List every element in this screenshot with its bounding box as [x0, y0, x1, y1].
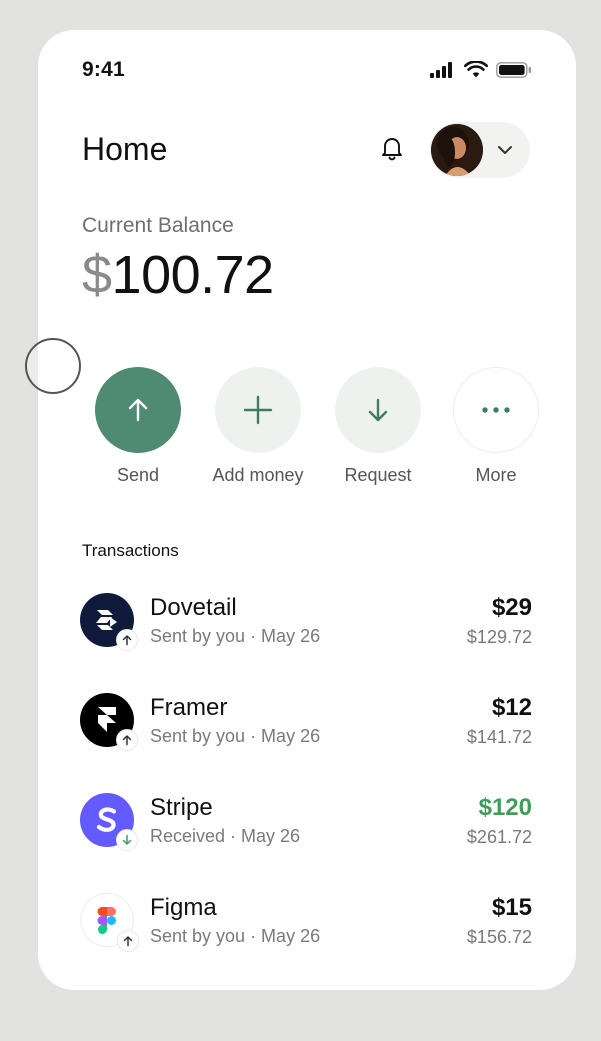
sent-badge-icon — [117, 930, 139, 952]
bell-icon — [382, 138, 402, 161]
transaction-amount: $12 — [491, 694, 532, 721]
page-title: Home — [82, 131, 168, 167]
transaction-amount: $15 — [491, 894, 532, 921]
transactions-heading: Transactions — [82, 541, 179, 560]
more-button[interactable]: More — [436, 367, 556, 487]
signal-icon — [430, 61, 452, 78]
received-badge-icon — [116, 829, 138, 851]
transaction-subtitle: Sent by you · May 26 — [150, 926, 321, 946]
transaction-amount: $29 — [491, 594, 532, 621]
request-label: Request — [344, 465, 412, 485]
sent-badge-icon — [116, 629, 138, 651]
wifi-icon — [464, 61, 488, 78]
add-money-label: Add money — [212, 465, 304, 485]
balance-value: 100.72 — [111, 245, 275, 305]
transaction-balance: $261.72 — [466, 827, 532, 847]
transaction-balance: $156.72 — [466, 927, 532, 947]
transaction-row-framer[interactable]: Framer Sent by you · May 26 $12 $141.72 — [80, 690, 536, 790]
transactions-list: Dovetail Sent by you · May 26 $29 $129.7… — [80, 590, 536, 990]
arrow-up-icon — [128, 398, 148, 422]
framer-logo-icon — [80, 693, 138, 751]
sent-badge-icon — [116, 729, 138, 751]
arrow-down-icon — [368, 398, 388, 422]
balance-amount: $100.72 — [82, 244, 274, 306]
quick-actions: Send Add money Request More — [78, 367, 539, 487]
transaction-name: Stripe — [150, 794, 213, 821]
more-icon — [482, 407, 510, 413]
transaction-name: Dovetail — [150, 594, 237, 621]
add-money-button[interactable]: Add money — [198, 367, 318, 487]
balance-label: Current Balance — [82, 214, 234, 237]
figma-logo-icon — [80, 893, 139, 952]
transaction-subtitle: Sent by you · May 26 — [150, 626, 321, 646]
transaction-row-stripe[interactable]: Stripe Received · May 26 $120 $261.72 — [80, 790, 536, 890]
request-button[interactable]: Request — [318, 367, 438, 487]
plus-icon — [243, 395, 273, 425]
stripe-logo-icon — [80, 793, 138, 851]
transaction-name: Figma — [150, 894, 217, 921]
chevron-down-icon — [495, 140, 515, 160]
currency-symbol: $ — [82, 245, 112, 305]
notifications-button[interactable] — [378, 133, 406, 163]
touch-indicator — [25, 338, 81, 394]
send-button[interactable]: Send — [78, 367, 198, 487]
transaction-subtitle: Sent by you · May 26 — [150, 726, 321, 746]
profile-switcher[interactable] — [430, 122, 530, 178]
more-label: More — [475, 465, 517, 485]
transaction-name: Framer — [150, 694, 228, 721]
transaction-balance: $129.72 — [466, 627, 532, 647]
send-label: Send — [116, 465, 160, 485]
phone-screen: 9:41 Home Current Balance $100.72 Send A… — [38, 30, 576, 990]
transaction-subtitle: Received · May 26 — [150, 826, 301, 846]
transaction-amount: $120 — [478, 794, 532, 821]
status-icons — [430, 61, 532, 78]
transaction-row-figma[interactable]: Figma Sent by you · May 26 $15 $156.72 — [80, 890, 536, 990]
dovetail-logo-icon — [80, 593, 138, 651]
avatar — [431, 124, 483, 176]
battery-icon — [496, 61, 531, 78]
status-time: 9:41 — [82, 58, 125, 81]
transaction-balance: $141.72 — [466, 727, 532, 747]
transaction-row-dovetail[interactable]: Dovetail Sent by you · May 26 $29 $129.7… — [80, 590, 536, 690]
